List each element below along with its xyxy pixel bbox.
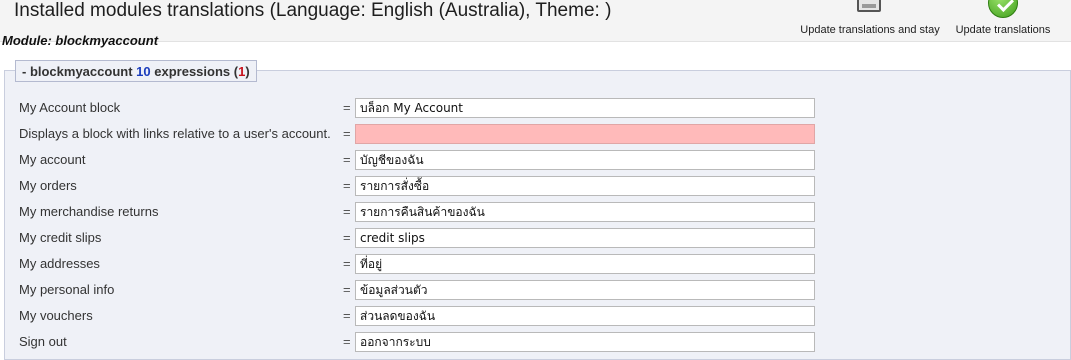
equals-sign: = bbox=[343, 204, 351, 219]
equals-sign: = bbox=[343, 256, 351, 271]
missing-paren-close: ) bbox=[245, 64, 250, 79]
equals-sign: = bbox=[343, 334, 351, 349]
expressions-word: expressions bbox=[154, 64, 231, 79]
row-label: My credit slips bbox=[19, 230, 102, 245]
page-title: Installed modules translations (Language… bbox=[14, 0, 612, 21]
check-icon bbox=[988, 0, 1018, 18]
translation-input[interactable] bbox=[355, 306, 815, 326]
row-label: My merchandise returns bbox=[19, 204, 159, 219]
translation-input[interactable] bbox=[355, 176, 815, 196]
equals-sign: = bbox=[343, 282, 351, 297]
row-label: My personal info bbox=[19, 282, 115, 297]
row-label: Displays a block with links relative to … bbox=[19, 126, 331, 141]
equals-sign: = bbox=[343, 126, 351, 141]
module-heading: Module: blockmyaccount bbox=[2, 33, 159, 48]
page-header: Installed modules translations (Language… bbox=[0, 0, 1071, 42]
row-label: My vouchers bbox=[19, 308, 93, 323]
equals-sign: = bbox=[343, 100, 351, 115]
row-label: My addresses bbox=[19, 256, 100, 271]
translation-input[interactable] bbox=[355, 332, 815, 352]
translation-input[interactable] bbox=[355, 280, 815, 300]
update-translations-and-stay-label: Update translations and stay bbox=[800, 24, 940, 36]
equals-sign: = bbox=[343, 152, 351, 167]
save-icon bbox=[857, 0, 881, 12]
update-translations-and-stay-button[interactable]: Update translations and stay bbox=[796, 0, 944, 42]
legend-module-name: - blockmyaccount bbox=[22, 64, 133, 79]
row-label: My account bbox=[19, 152, 86, 167]
row-label: Sign out bbox=[19, 334, 67, 349]
equals-sign: = bbox=[343, 178, 351, 193]
translation-input[interactable] bbox=[355, 228, 815, 248]
fieldset-legend[interactable]: - blockmyaccount 10 expressions (1) bbox=[15, 60, 257, 82]
equals-sign: = bbox=[343, 230, 351, 245]
translation-input[interactable] bbox=[355, 202, 815, 222]
equals-sign: = bbox=[343, 308, 351, 323]
update-translations-label: Update translations bbox=[955, 24, 1051, 36]
translation-input[interactable] bbox=[355, 150, 815, 170]
row-label: My Account block bbox=[19, 100, 121, 115]
row-label: My orders bbox=[19, 178, 77, 193]
translation-input-missing[interactable] bbox=[355, 124, 815, 144]
translation-input[interactable] bbox=[355, 98, 815, 118]
update-translations-button[interactable]: Update translations bbox=[951, 0, 1055, 42]
translation-input[interactable] bbox=[355, 254, 815, 274]
expression-count: 10 bbox=[136, 64, 151, 79]
